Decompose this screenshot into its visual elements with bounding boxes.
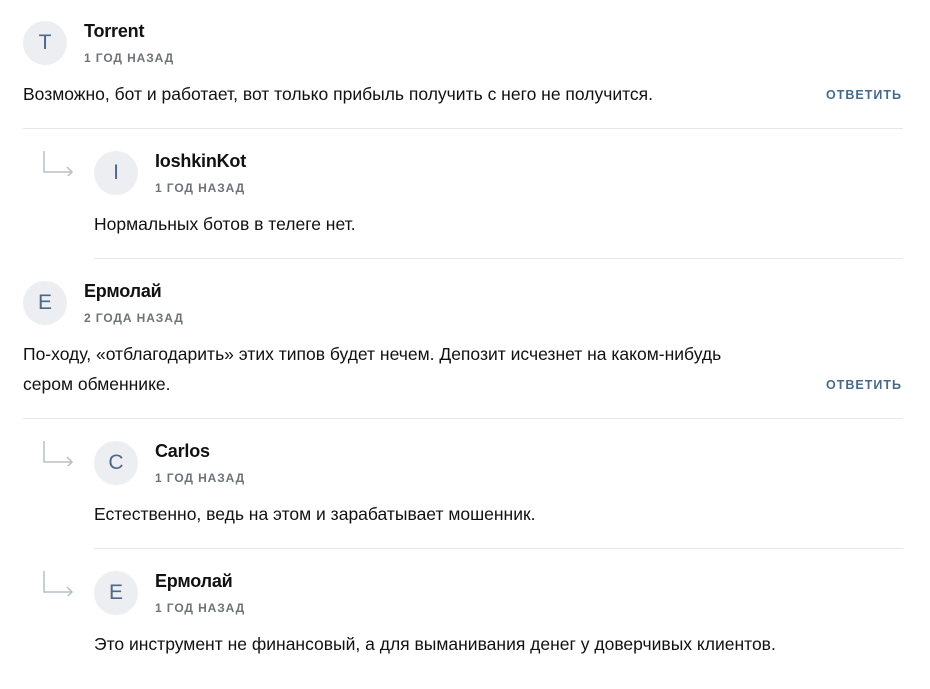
comment-text-line: По-ходу, «отблагодарить» этих типов буде… bbox=[23, 344, 722, 364]
reply-button[interactable]: ОТВЕТИТЬ bbox=[826, 378, 902, 392]
avatar: C bbox=[94, 441, 138, 485]
comment-author[interactable]: Ермолай bbox=[155, 571, 233, 592]
comment-author[interactable]: Carlos bbox=[155, 441, 210, 462]
comment-text: Нормальных ботов в телеге нет. bbox=[94, 214, 356, 234]
comment-date: 1 ГОД НАЗАД bbox=[155, 601, 246, 615]
avatar: T bbox=[23, 21, 67, 65]
divider bbox=[23, 128, 903, 129]
comment-author[interactable]: IoshkinKot bbox=[155, 151, 246, 172]
comment-author[interactable]: Torrent bbox=[84, 21, 144, 42]
avatar: E bbox=[94, 571, 138, 615]
avatar: I bbox=[94, 151, 138, 195]
comment-text: Естественно, ведь на этом и зарабатывает… bbox=[94, 504, 536, 524]
reply-arrow-icon bbox=[43, 571, 74, 596]
comment-author[interactable]: Ермолай bbox=[84, 281, 162, 302]
divider bbox=[94, 548, 903, 549]
comment-date: 1 ГОД НАЗАД bbox=[155, 181, 246, 195]
comment-date: 1 ГОД НАЗАД bbox=[155, 471, 246, 485]
divider bbox=[94, 258, 903, 259]
comment-text: Возможно, бот и работает, вот только при… bbox=[23, 84, 654, 104]
comment-text: Это инструмент не финансовый, а для выма… bbox=[94, 634, 776, 654]
divider bbox=[23, 418, 903, 419]
comment-date: 1 ГОД НАЗАД bbox=[84, 51, 175, 65]
comment-date: 2 ГОДА НАЗАД bbox=[84, 311, 184, 325]
reply-arrow-icon bbox=[43, 151, 74, 176]
reply-button[interactable]: ОТВЕТИТЬ bbox=[826, 88, 902, 102]
comment-text-line: сером обменнике. bbox=[23, 374, 171, 394]
reply-arrow-icon bbox=[43, 441, 74, 466]
avatar: E bbox=[23, 281, 67, 325]
